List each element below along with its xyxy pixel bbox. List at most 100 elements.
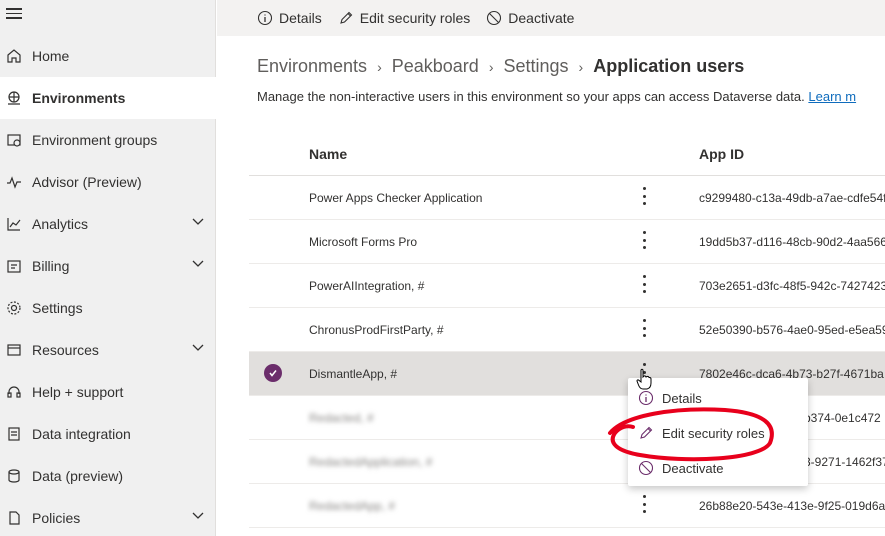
- analytics-icon: [6, 216, 22, 232]
- table-row[interactable]: RedactedApp, # 26b88e20-543e-413e-9f25-0…: [249, 484, 885, 528]
- table-row[interactable]: Microsoft Forms Pro 19dd5b37-d116-48cb-9…: [249, 220, 885, 264]
- deactivate-label: Deactivate: [508, 10, 575, 26]
- chevron-down-icon[interactable]: [192, 218, 204, 226]
- cell-name[interactable]: DismantleApp, #: [309, 367, 397, 381]
- billing-icon: [6, 258, 22, 274]
- hamburger-menu-icon[interactable]: [6, 8, 22, 20]
- sidebar: Home Environments Environment groups Adv…: [0, 0, 216, 536]
- sidebar-item-advisor[interactable]: Advisor (Preview): [0, 161, 216, 203]
- sidebar-item-environments[interactable]: Environments: [0, 77, 216, 119]
- sidebar-item-label: Advisor (Preview): [32, 174, 142, 190]
- table-row[interactable]: PowerAIIntegration, # 703e2651-d3fc-48f5…: [249, 264, 885, 308]
- sidebar-item-data-integration[interactable]: Data integration: [0, 413, 216, 455]
- chevron-right-icon: ›: [377, 58, 382, 75]
- more-options-icon[interactable]: [639, 319, 649, 337]
- chevron-down-icon[interactable]: [192, 260, 204, 268]
- sidebar-item-label: Settings: [32, 300, 83, 316]
- cell-name[interactable]: ChronusProdFirstParty, #: [309, 323, 444, 337]
- sidebar-item-label: Policies: [32, 510, 81, 526]
- cell-name[interactable]: Microsoft Forms Pro: [309, 235, 417, 249]
- menu-item-deactivate[interactable]: Deactivate: [628, 450, 808, 486]
- environments-icon: [6, 90, 22, 106]
- headset-icon: [6, 384, 22, 400]
- more-options-icon[interactable]: [639, 275, 649, 293]
- cell-appid: 26b88e20-543e-413e-9f25-019d6a: [699, 499, 885, 513]
- sidebar-item-help-support[interactable]: Help + support: [0, 371, 216, 413]
- cell-appid: 3-9271-1462f37: [804, 455, 885, 469]
- table-row[interactable]: ChronusProdFirstParty, # 52e50390-b576-4…: [249, 308, 885, 352]
- menu-item-label: Edit security roles: [662, 425, 765, 441]
- settings-icon: [6, 300, 22, 316]
- sidebar-item-analytics[interactable]: Analytics: [0, 203, 216, 245]
- more-options-icon[interactable]: [639, 495, 649, 513]
- more-options-icon[interactable]: [639, 187, 649, 205]
- edit-security-roles-button[interactable]: Edit security roles: [338, 10, 470, 26]
- description-text: Manage the non-interactive users in this…: [257, 89, 805, 104]
- breadcrumb-peakboard[interactable]: Peakboard: [392, 56, 479, 77]
- table-header: Name App ID: [249, 132, 885, 176]
- menu-item-label: Details: [662, 390, 702, 406]
- sidebar-item-label: Help + support: [32, 384, 124, 400]
- cell-name[interactable]: Power Apps Checker Application: [309, 191, 482, 205]
- more-options-icon[interactable]: [639, 231, 649, 249]
- sidebar-item-resources[interactable]: Resources: [0, 329, 216, 371]
- sidebar-item-policies[interactable]: Policies: [0, 497, 216, 536]
- resources-icon: [6, 342, 22, 358]
- cell-name[interactable]: PowerAIIntegration, #: [309, 279, 424, 293]
- cell-appid: 703e2651-d3fc-48f5-942c-7427423: [699, 279, 885, 293]
- checkmark-icon[interactable]: [264, 364, 282, 382]
- pencil-icon: [640, 426, 653, 439]
- table-row[interactable]: Power Apps Checker Application c9299480-…: [249, 176, 885, 220]
- breadcrumb-settings[interactable]: Settings: [503, 56, 568, 77]
- command-bar: Details Edit security roles Deactivate: [217, 0, 885, 36]
- database-icon: [6, 468, 22, 484]
- environment-groups-icon: [6, 132, 22, 148]
- cell-appid: 19dd5b37-d116-48cb-90d2-4aa566: [699, 235, 885, 249]
- cell-name[interactable]: Redacted, #: [309, 411, 374, 425]
- details-button[interactable]: Details: [257, 10, 322, 26]
- sidebar-item-settings[interactable]: Settings: [0, 287, 216, 329]
- page-description: Manage the non-interactive users in this…: [257, 89, 856, 104]
- data-integration-icon: [6, 426, 22, 442]
- column-header-appid[interactable]: App ID: [699, 146, 744, 162]
- breadcrumb: Environments › Peakboard › Settings › Ap…: [257, 56, 744, 77]
- row-context-menu: Details Edit security roles Deactivate: [628, 378, 808, 486]
- sidebar-item-label: Billing: [32, 258, 70, 274]
- sidebar-item-label: Analytics: [32, 216, 89, 232]
- menu-item-label: Deactivate: [662, 460, 724, 476]
- column-header-name[interactable]: Name: [309, 146, 347, 162]
- sidebar-item-home[interactable]: Home: [0, 35, 216, 77]
- pencil-icon: [339, 11, 353, 24]
- deactivate-button[interactable]: Deactivate: [486, 10, 574, 26]
- edit-security-roles-label: Edit security roles: [359, 10, 471, 26]
- sidebar-item-label: Home: [32, 48, 70, 64]
- sidebar-item-label: Data (preview): [32, 468, 124, 484]
- chevron-down-icon[interactable]: [192, 512, 204, 520]
- page-title: Application users: [593, 56, 745, 76]
- menu-item-details[interactable]: Details: [628, 380, 808, 416]
- block-icon: [487, 10, 502, 26]
- hand-cursor-icon: [636, 368, 652, 390]
- home-icon: [6, 48, 22, 64]
- info-icon: [638, 390, 654, 406]
- sidebar-item-label: Environment groups: [32, 132, 158, 148]
- menu-item-edit-security-roles[interactable]: Edit security roles: [628, 415, 808, 451]
- info-icon: [257, 10, 273, 26]
- cell-appid: b374-0e1c472: [804, 411, 881, 425]
- learn-more-link[interactable]: Learn m: [808, 89, 856, 104]
- cell-appid: c9299480-c13a-49db-a7ae-cdfe54f: [699, 191, 885, 205]
- block-icon: [638, 460, 654, 476]
- sidebar-item-environment-groups[interactable]: Environment groups: [0, 119, 216, 161]
- chevron-right-icon: ›: [488, 58, 494, 75]
- sidebar-item-billing[interactable]: Billing: [0, 245, 216, 287]
- cell-appid: 52e50390-b576-4ae0-95ed-e5ea59: [699, 323, 885, 337]
- chevron-down-icon[interactable]: [192, 344, 204, 352]
- cell-name[interactable]: RedactedApp, #: [309, 499, 395, 513]
- policies-icon: [6, 510, 22, 526]
- sidebar-item-label: Resources: [32, 342, 99, 358]
- details-label: Details: [279, 10, 322, 26]
- breadcrumb-environments[interactable]: Environments: [257, 56, 367, 77]
- sidebar-item-label: Environments: [32, 90, 126, 106]
- sidebar-item-data-preview[interactable]: Data (preview): [0, 455, 216, 497]
- cell-name[interactable]: RedactedApplication, #: [309, 455, 432, 469]
